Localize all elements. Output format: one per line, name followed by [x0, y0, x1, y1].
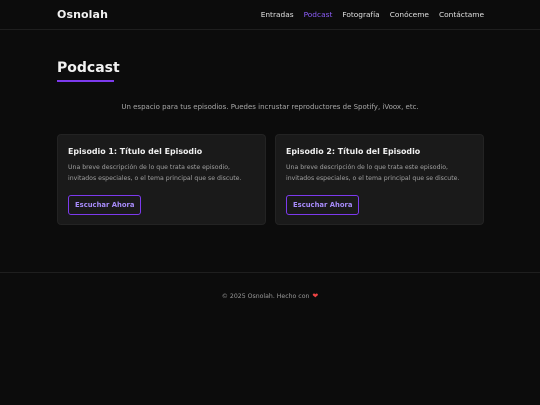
page-title: Podcast	[57, 60, 120, 76]
episode-card: Episodio 2: Título del Episodio Una brev…	[275, 134, 484, 225]
episode-title: Episodio 2: Título del Episodio	[286, 147, 421, 156]
nav-item-entradas[interactable]: Entradas	[261, 10, 294, 19]
main-nav: Entradas Podcast Fotografía Conóceme Con…	[261, 10, 484, 19]
listen-now-button[interactable]: Escuchar Ahora	[286, 195, 360, 215]
footer-text: © 2025 Osnolah. Hecho con	[221, 293, 310, 300]
listen-now-button[interactable]: Escuchar Ahora	[68, 195, 142, 215]
nav-item-contactame[interactable]: Contáctame	[439, 10, 484, 19]
site-footer	[0, 272, 540, 273]
episode-title: Episodio 1: Título del Episodio	[68, 147, 203, 156]
site-logo[interactable]: Osnolah	[57, 8, 108, 21]
title-underline	[57, 80, 114, 82]
nav-item-fotografia[interactable]: Fotografía	[342, 10, 379, 19]
nav-item-podcast[interactable]: Podcast	[304, 10, 333, 19]
nav-item-conoceme[interactable]: Conóceme	[390, 10, 429, 19]
episode-description: Una breve descripción de lo que trata es…	[286, 164, 460, 182]
episode-description: Una breve descripción de lo que trata es…	[68, 164, 242, 182]
site-header: Osnolah Entradas Podcast Fotografía Conó…	[0, 0, 540, 30]
page-intro: Un espacio para tus episodios. Puedes in…	[121, 103, 419, 111]
heart-icon: ❤	[312, 292, 319, 300]
episode-card: Episodio 1: Título del Episodio Una brev…	[57, 134, 266, 225]
footer-copyright: © 2025 Osnolah. Hecho con ❤	[0, 292, 540, 300]
